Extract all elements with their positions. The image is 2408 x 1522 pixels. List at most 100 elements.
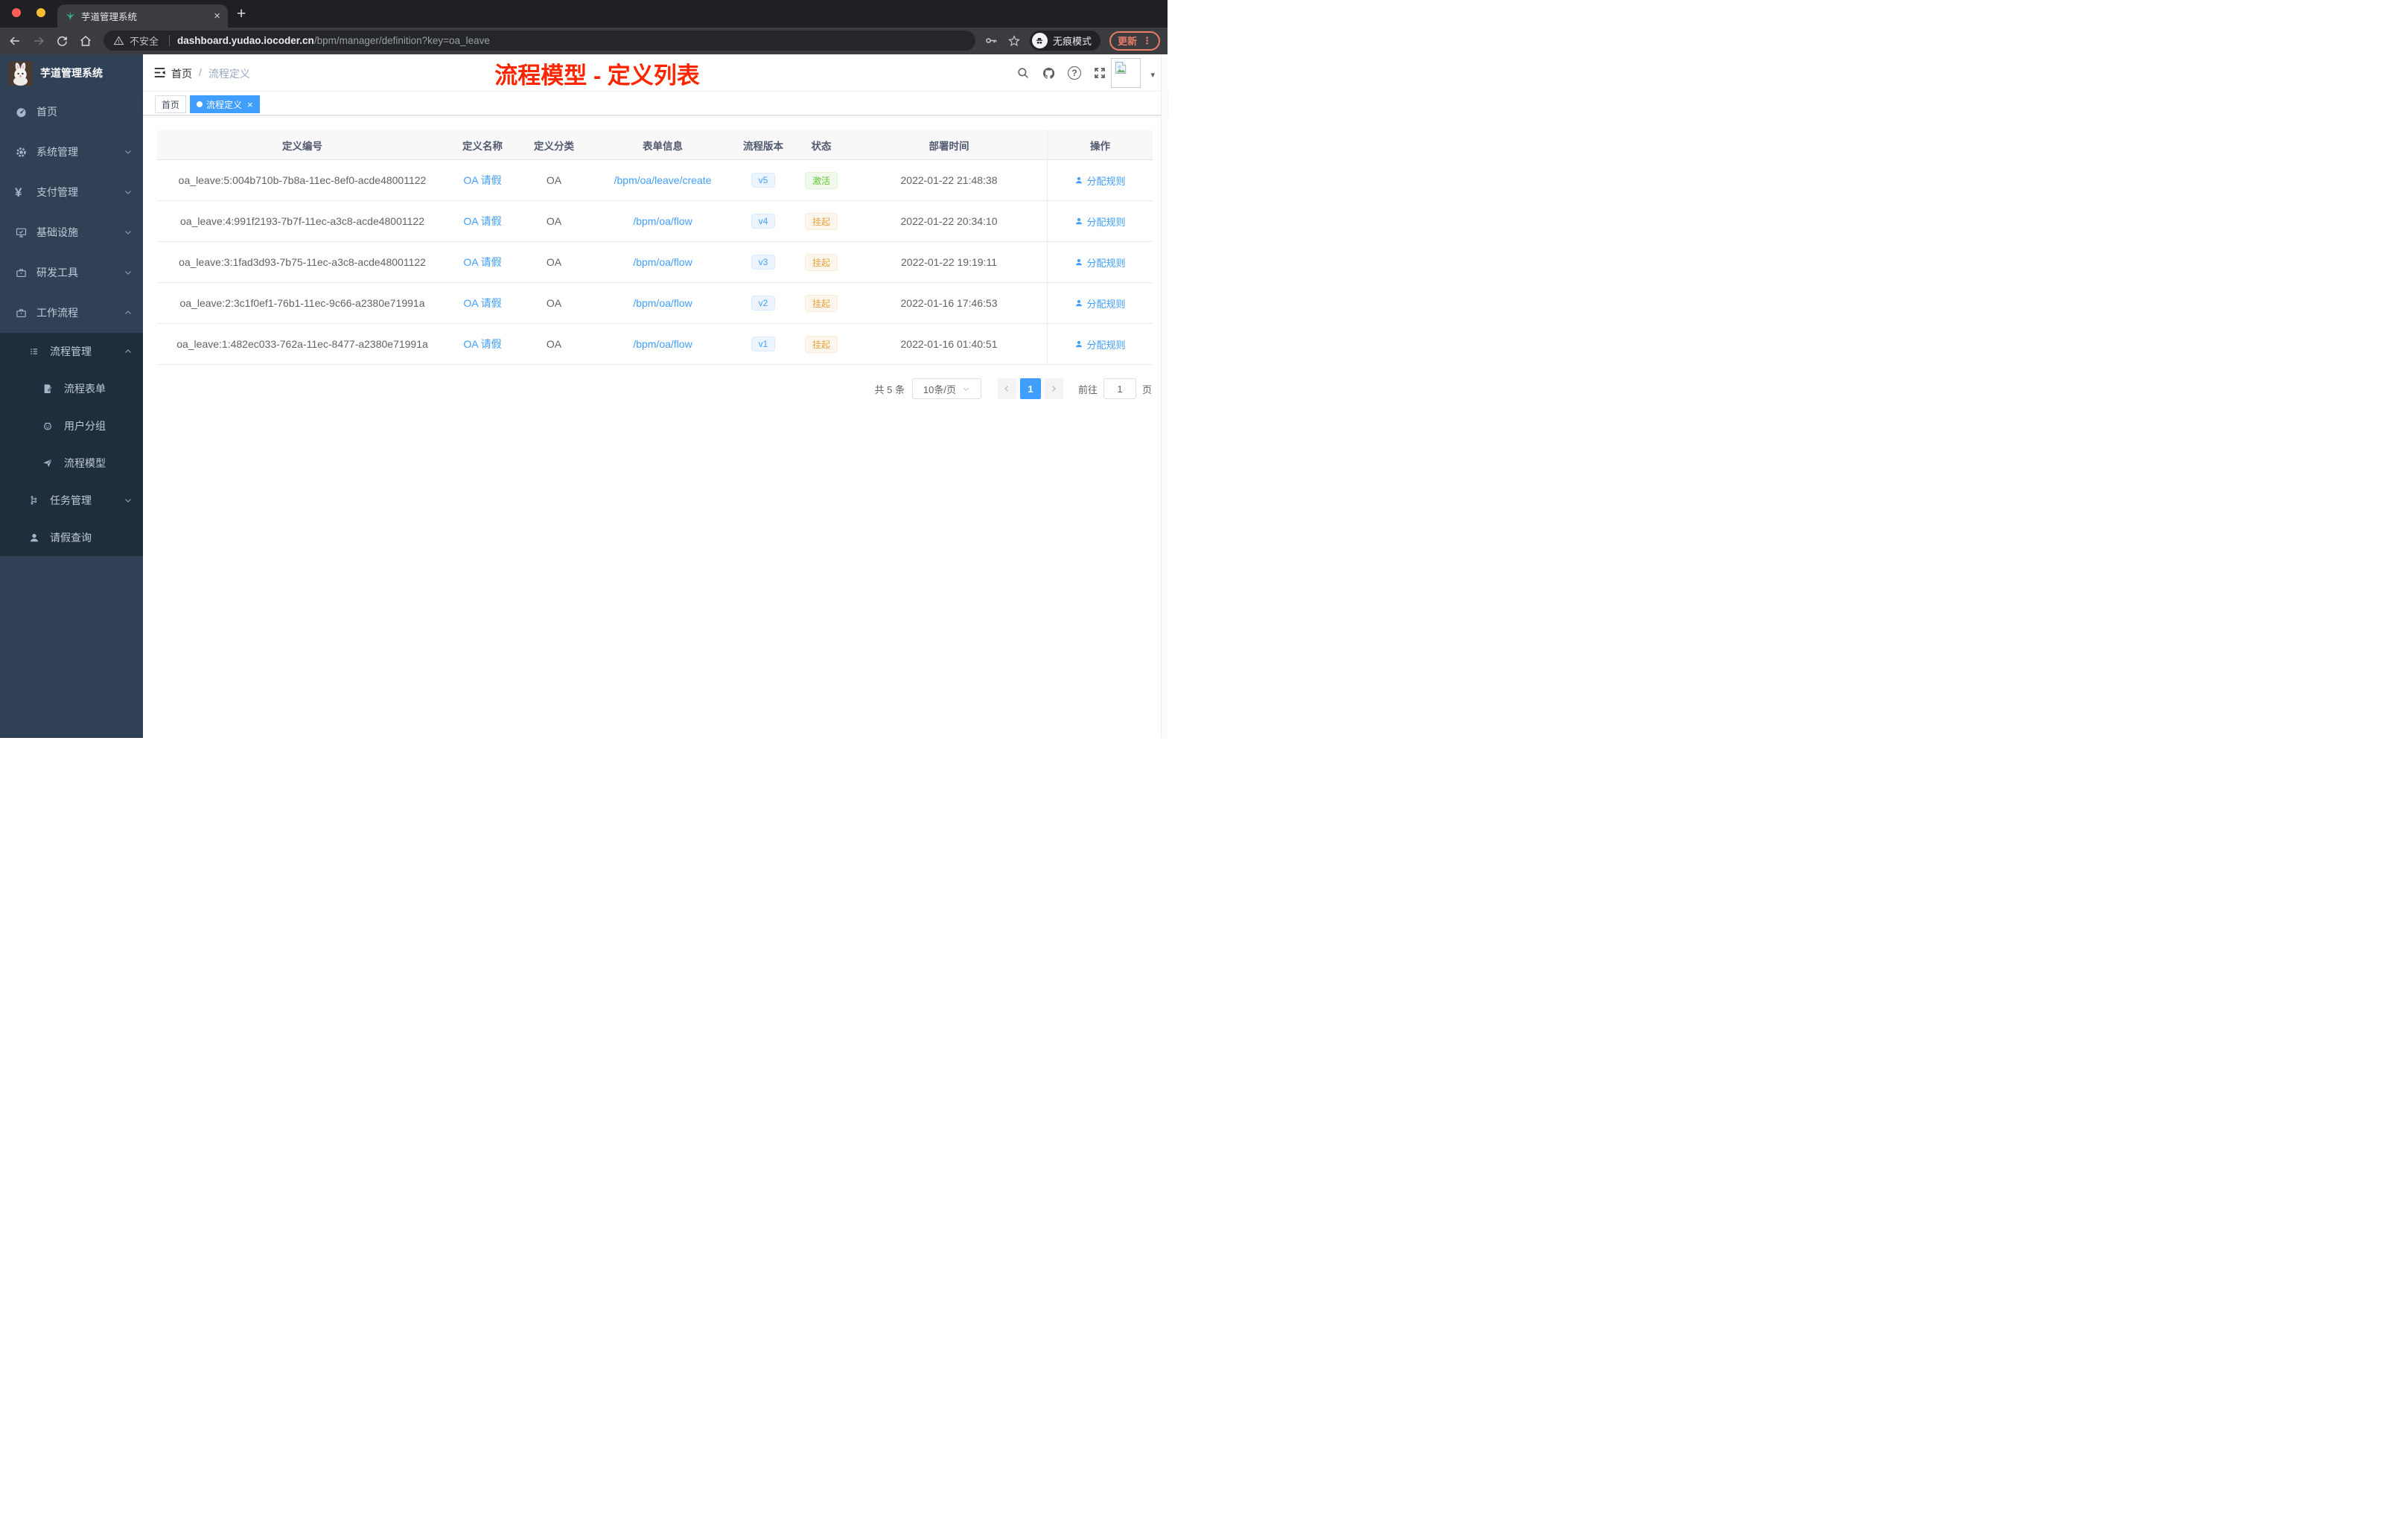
table-row: oa_leave:2:3c1f0ef1-76b1-11ec-9c66-a2380… bbox=[157, 283, 1153, 324]
definition-name-link[interactable]: OA 请假 bbox=[463, 173, 501, 188]
sidebar-item-label: 请假查询 bbox=[50, 532, 92, 544]
sidebar-item-home[interactable]: 首页 bbox=[0, 92, 143, 132]
definition-name-link[interactable]: OA 请假 bbox=[463, 214, 501, 229]
url-text[interactable]: dashboard.yudao.iocoder.cn/bpm/manager/d… bbox=[177, 35, 490, 46]
sidebar-item-label: 系统管理 bbox=[36, 146, 78, 158]
chevron-down-icon bbox=[124, 268, 133, 277]
help-icon[interactable]: ? bbox=[1068, 66, 1081, 80]
bookmark-star-icon[interactable] bbox=[1007, 34, 1021, 48]
select-caret-icon bbox=[963, 387, 969, 391]
definition-name-link[interactable]: OA 请假 bbox=[463, 296, 501, 311]
sidebar-logo-row[interactable]: 芋道管理系统 bbox=[0, 54, 143, 92]
list-tree-icon bbox=[28, 346, 40, 357]
window-minimize-button[interactable] bbox=[36, 8, 45, 17]
red-annotation-title: 流程模型 - 定义列表 bbox=[494, 63, 700, 89]
form-link[interactable]: /bpm/oa/flow bbox=[633, 256, 692, 268]
app-title: 芋道管理系统 bbox=[40, 67, 103, 79]
sidebar-item-infra[interactable]: 基础设施 bbox=[0, 212, 143, 252]
cell-deploy-time: 2022-01-16 17:46:53 bbox=[900, 297, 998, 309]
form-link[interactable]: /bpm/oa/flow bbox=[633, 215, 692, 227]
security-warning-icon[interactable] bbox=[113, 35, 124, 46]
version-badge: v4 bbox=[751, 214, 776, 229]
chevron-down-icon bbox=[124, 228, 133, 237]
password-key-icon[interactable] bbox=[984, 34, 998, 48]
new-tab-button[interactable]: + bbox=[237, 5, 246, 23]
sidebar-item-label: 支付管理 bbox=[36, 186, 78, 198]
breadcrumb-home[interactable]: 首页 bbox=[171, 66, 192, 81]
sidebar-item-devtools[interactable]: 研发工具 bbox=[0, 252, 143, 293]
sidebar-item-workflow[interactable]: 工作流程 bbox=[0, 293, 143, 333]
cell-category: OA bbox=[546, 297, 562, 309]
page-unit-label: 页 bbox=[1141, 383, 1152, 395]
definition-name-link[interactable]: OA 请假 bbox=[463, 255, 501, 270]
cell-definition-id: oa_leave:3:1fad3d93-7b75-11ec-a3c8-acde4… bbox=[179, 256, 426, 268]
cell-category: OA bbox=[546, 256, 562, 268]
sidebar-item-payment[interactable]: ¥ 支付管理 bbox=[0, 172, 143, 212]
goto-page-input[interactable]: 1 bbox=[1103, 378, 1136, 399]
avatar-caret-down-icon[interactable]: ▾ bbox=[1150, 70, 1155, 80]
active-dot bbox=[197, 101, 203, 107]
form-link[interactable]: /bpm/oa/flow bbox=[633, 338, 692, 350]
sidebar-item-label: 用户分组 bbox=[64, 420, 106, 432]
sidebar-item-user-group[interactable]: 用户分组 bbox=[0, 407, 143, 445]
cell-category: OA bbox=[546, 215, 562, 227]
assign-rule-button[interactable]: 分配规则 bbox=[1047, 283, 1153, 323]
forward-icon[interactable] bbox=[32, 34, 45, 48]
col-header: 操作 bbox=[1047, 130, 1153, 159]
workflow-submenu: 流程管理 流程表单 用户分组 流程模型 任务管理 请假查询 bbox=[0, 333, 143, 556]
sidebar-item-label: 流程模型 bbox=[64, 457, 106, 469]
incognito-label: 无痕模式 bbox=[1052, 36, 1092, 47]
browser-menu-dots-icon[interactable]: ⋮ bbox=[1142, 35, 1152, 47]
cell-definition-id: oa_leave:2:3c1f0ef1-76b1-11ec-9c66-a2380… bbox=[179, 297, 425, 309]
chevron-down-icon bbox=[124, 147, 133, 156]
back-icon[interactable] bbox=[8, 34, 22, 48]
chrome-update-button[interactable]: 更新 ⋮ bbox=[1109, 31, 1160, 51]
hamburger-collapse-icon[interactable] bbox=[153, 66, 167, 80]
window-close-button[interactable] bbox=[12, 8, 21, 17]
avatar[interactable] bbox=[1111, 58, 1141, 88]
tag-process-definition[interactable]: 流程定义 × bbox=[190, 95, 260, 113]
form-link[interactable]: /bpm/oa/leave/create bbox=[614, 174, 712, 186]
github-icon[interactable] bbox=[1042, 66, 1056, 80]
page-scrollbar[interactable] bbox=[1161, 54, 1168, 738]
sidebar-item-system[interactable]: 系统管理 bbox=[0, 132, 143, 172]
tag-close-icon[interactable]: × bbox=[247, 99, 253, 110]
search-icon[interactable] bbox=[1016, 66, 1030, 80]
col-header: 表单信息 bbox=[643, 140, 683, 152]
page-size-select[interactable]: 10条/页 bbox=[911, 378, 981, 399]
url-path: /bpm/manager/definition?key=oa_leave bbox=[313, 35, 490, 46]
tag-home[interactable]: 首页 bbox=[155, 95, 187, 113]
url-bar[interactable]: 不安全 dashboard.yudao.iocoder.cn/bpm/manag… bbox=[103, 31, 975, 51]
assign-rule-button[interactable]: 分配规则 bbox=[1047, 242, 1153, 282]
fullscreen-icon[interactable] bbox=[1093, 66, 1106, 80]
next-page-button[interactable] bbox=[1044, 378, 1063, 399]
chevron-down-icon bbox=[124, 496, 133, 505]
briefcase-icon bbox=[15, 307, 28, 319]
tab-close-icon[interactable]: × bbox=[214, 10, 220, 22]
sidebar-item-task-mgmt[interactable]: 任务管理 bbox=[0, 482, 143, 519]
cell-category: OA bbox=[546, 174, 562, 186]
cell-definition-id: oa_leave:4:991f2193-7b7f-11ec-a3c8-acde4… bbox=[180, 215, 424, 227]
sidebar-item-leave-query[interactable]: 请假查询 bbox=[0, 519, 143, 556]
page-number-1[interactable]: 1 bbox=[1019, 378, 1041, 399]
security-label[interactable]: 不安全 bbox=[130, 34, 159, 48]
version-badge: v5 bbox=[751, 173, 776, 188]
reload-icon[interactable] bbox=[56, 35, 69, 48]
form-link[interactable]: /bpm/oa/flow bbox=[633, 297, 692, 309]
chevron-up-icon bbox=[124, 308, 133, 317]
assign-rule-button[interactable]: 分配规则 bbox=[1047, 201, 1153, 241]
browser-tab[interactable]: 芋道管理系统 × bbox=[57, 4, 228, 28]
assign-rule-label: 分配规则 bbox=[1086, 257, 1126, 269]
prev-page-button[interactable] bbox=[997, 378, 1016, 399]
assign-rule-button[interactable]: 分配规则 bbox=[1047, 324, 1153, 364]
home-icon[interactable] bbox=[79, 34, 92, 48]
sidebar-item-process-form[interactable]: 流程表单 bbox=[0, 370, 143, 407]
sidebar-item-label: 工作流程 bbox=[36, 307, 78, 319]
status-badge: 挂起 bbox=[804, 253, 838, 271]
sidebar-item-process-model[interactable]: 流程模型 bbox=[0, 445, 143, 482]
definition-name-link[interactable]: OA 请假 bbox=[463, 337, 501, 351]
status-badge: 挂起 bbox=[804, 294, 838, 312]
assign-rule-button[interactable]: 分配规则 bbox=[1047, 160, 1153, 200]
breadcrumb-current: 流程定义 bbox=[208, 68, 250, 80]
sidebar-item-process-mgmt[interactable]: 流程管理 bbox=[0, 333, 143, 370]
